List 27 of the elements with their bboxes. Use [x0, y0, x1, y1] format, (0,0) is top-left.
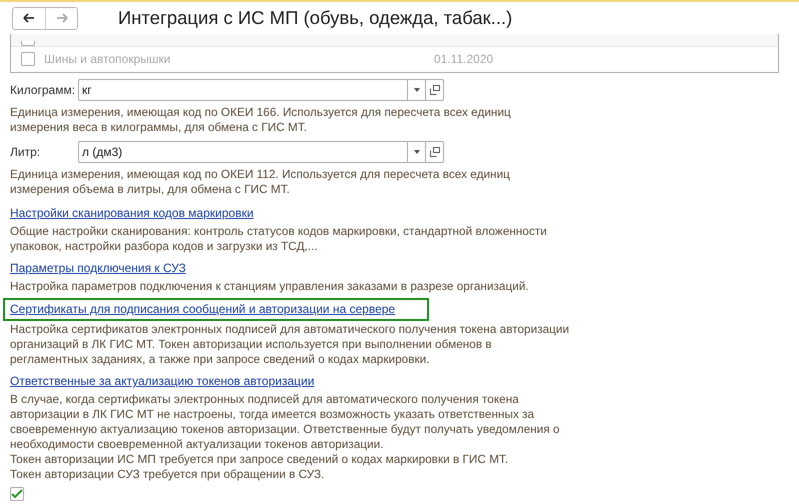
section-description: Настройка сертификатов электронных подписей для автоматического получения токена авторизации организаций в ЛК ГИС МТ. Токен авторизации используется при выполнении обменов в регламентных заданиях, а также при запросе сведений о кодах маркировки. — [10, 322, 570, 367]
table-cell: 01.11.2020 — [434, 52, 494, 66]
field-description: Единица измерения, имеющая код по ОКЕИ 166. Используется для пересчета всех единиц измерения веса в килограммы, для обмена с ГИС МТ. — [10, 105, 512, 135]
open-icon — [430, 147, 440, 157]
settings-link[interactable]: Параметры подключения к СУЗ — [8, 258, 188, 278]
settings-link[interactable]: Настройки сканирования кодов маркировки — [8, 203, 256, 223]
select-field[interactable]: кг — [78, 79, 444, 101]
checkbox[interactable] — [21, 52, 35, 66]
field-description: Единица измерения, имеющая код по ОКЕИ 112. Используется для пересчета всех единиц измерения объема в литры, для обмена с ГИС МТ. — [10, 167, 511, 197]
section-description: Токен авторизации СУЗ требуется при обращении в СУЗ. — [10, 467, 326, 482]
checkbox[interactable] — [10, 487, 24, 501]
open-icon — [430, 85, 440, 95]
section-description: Токен авторизации ИС МП требуется при запросе сведений о кодах маркировки в ГИС МТ. — [10, 452, 510, 467]
section-description: В случае, когда сертификаты электронных подписей для автоматического получения токена авторизации в ЛК ГИС МТ не настроены, тогда имеется возможность указать ответственных за своевременную актуализацию токенов авторизации. Ответственные будут получать уведомления о необходимости своевременной актуализации токенов авторизации. — [10, 392, 561, 452]
field-label: Килограмм: — [10, 83, 76, 97]
select-field[interactable]: л (дм3) — [78, 141, 444, 163]
section-description: Общие настройки сканирования: контроль статусов кодов маркировки, стандартной вложенности упаковок, настройки разбора кодов и загрузки из ТСД,... — [10, 224, 548, 254]
section-description: Настройка параметров подключения к станциям управления заказами в разрезе организаций. — [10, 279, 530, 294]
left-arrow-icon — [23, 13, 35, 23]
window-title: Интеграция с ИС МП (обувь, одежда, табак...) — [118, 7, 512, 29]
table-cell-text: Шины и автопокрышки — [44, 52, 172, 66]
dropdown-icon — [414, 150, 420, 154]
dropdown-icon — [414, 88, 420, 92]
settings-link[interactable]: Сертификаты для подписания сообщений и авторизации на сервере — [3, 298, 430, 321]
right-arrow-icon — [56, 13, 68, 23]
settings-link[interactable]: Ответственные за актуализацию токенов авторизации — [8, 371, 316, 391]
field-label: Литр: — [10, 145, 42, 159]
